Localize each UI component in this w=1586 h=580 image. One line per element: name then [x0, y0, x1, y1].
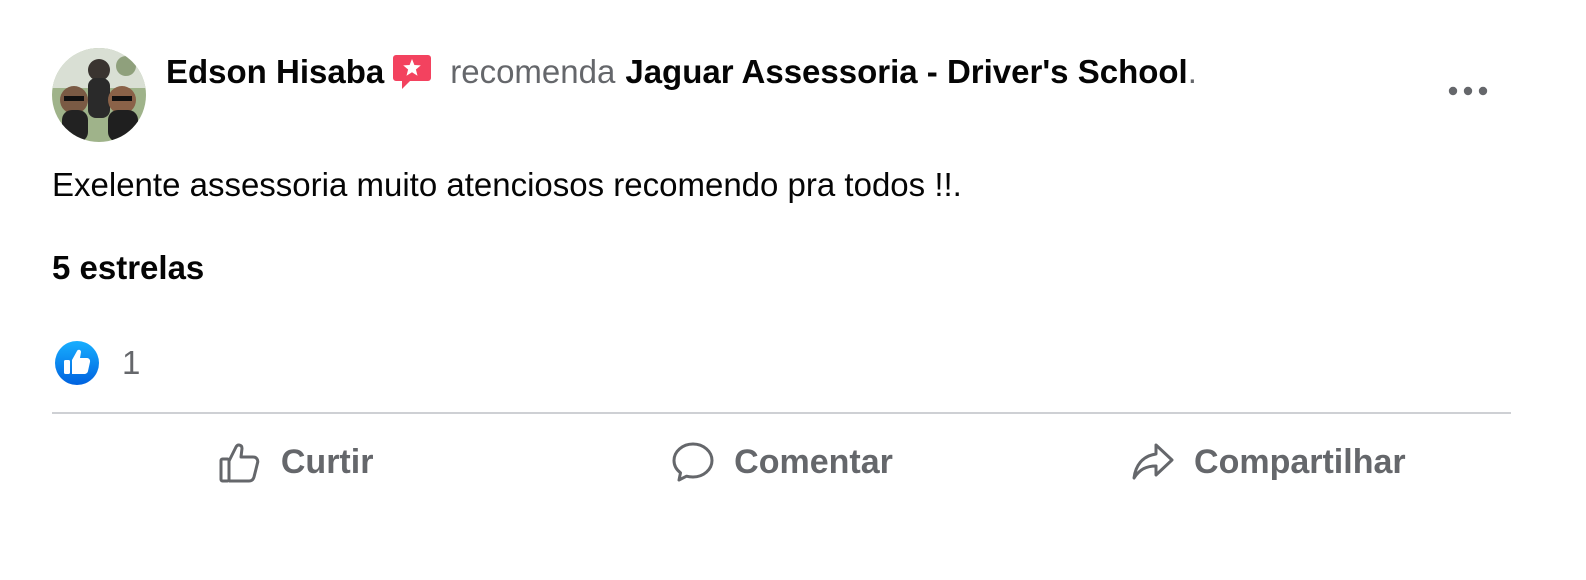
comment-bubble-icon: [672, 442, 714, 482]
star-speech-bubble-icon: [392, 52, 432, 92]
thumbs-up-reaction-icon: [55, 341, 99, 385]
share-button[interactable]: Compartilhar: [1025, 430, 1511, 494]
page-name-link[interactable]: Jaguar Assessoria - Driver's School: [625, 53, 1187, 91]
like-button[interactable]: Curtir: [52, 430, 538, 494]
page-name-period: .: [1187, 53, 1197, 90]
comment-button[interactable]: Comentar: [538, 430, 1024, 494]
post-body: Exelente assessoria muito atenciosos rec…: [52, 166, 962, 203]
rating-label: 5 estrelas: [52, 249, 205, 286]
recommendation-post: Edson Hisaba recomenda Jaguar Assessoria…: [0, 0, 1586, 580]
author-name[interactable]: Edson Hisaba: [166, 53, 384, 91]
reactions-summary[interactable]: 1: [52, 338, 140, 388]
comment-button-label: Comentar: [734, 442, 893, 481]
author-avatar[interactable]: [52, 48, 146, 142]
share-arrow-icon: [1132, 443, 1174, 480]
thumbs-up-outline-icon: [219, 443, 260, 483]
reaction-count: 1: [122, 344, 141, 381]
share-button-label: Compartilhar: [1194, 442, 1406, 481]
recommend-verb: recomenda: [450, 53, 616, 90]
post-actions: Curtir Comentar Compartilhar: [52, 430, 1511, 494]
more-options-button[interactable]: [1440, 74, 1496, 108]
post-header: Edson Hisaba recomenda Jaguar Assessoria…: [166, 50, 1197, 94]
more-options-icon: [1448, 86, 1488, 96]
like-button-label: Curtir: [280, 442, 374, 481]
actions-divider: [52, 412, 1511, 414]
